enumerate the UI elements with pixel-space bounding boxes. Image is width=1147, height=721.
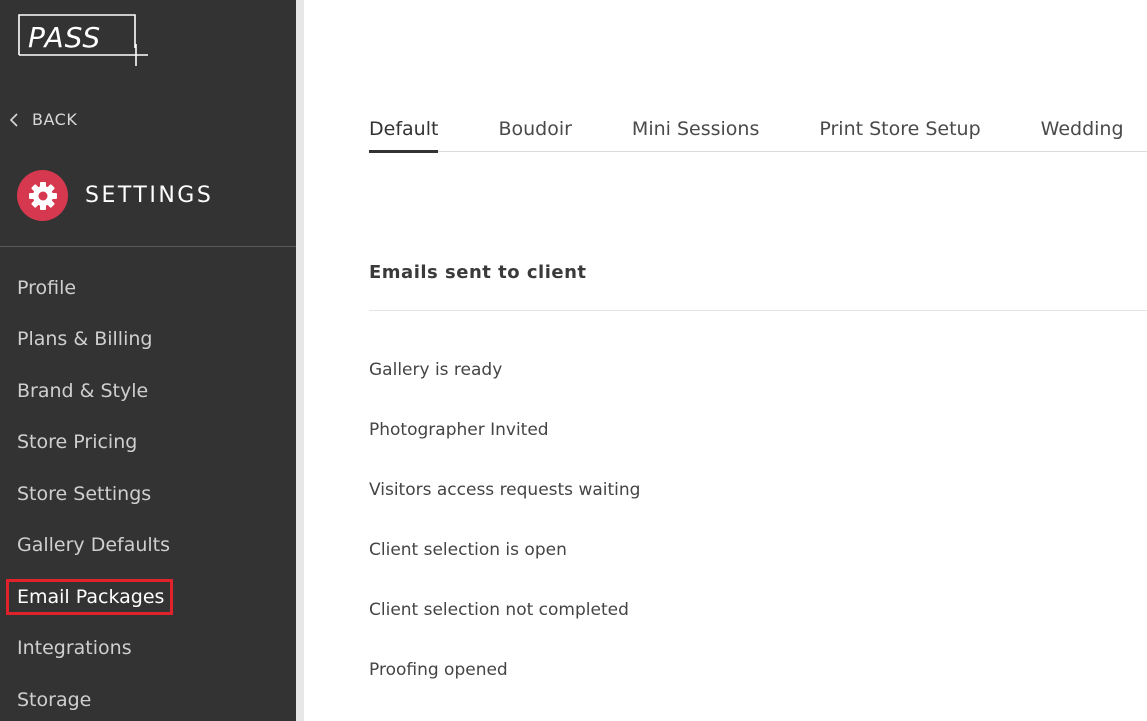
sidebar-item-label: Store Settings bbox=[17, 482, 152, 505]
sidebar-item-email-packages[interactable]: Email Packages bbox=[0, 571, 296, 623]
sidebar-item-label: Integrations bbox=[17, 637, 132, 660]
sidebar-item-label: Profile bbox=[17, 276, 77, 299]
settings-badge bbox=[17, 170, 68, 221]
settings-header: SETTINGS bbox=[17, 170, 213, 221]
email-item-client-selection-not-completed[interactable]: Client selection not completed bbox=[369, 591, 640, 651]
sidebar-item-storage[interactable]: Storage bbox=[0, 674, 296, 721]
sidebar-item-gallery-defaults[interactable]: Gallery Defaults bbox=[0, 520, 296, 572]
email-item-visitor-access-requests[interactable]: Visitors access requests waiting bbox=[369, 471, 640, 531]
section-title: Emails sent to client bbox=[369, 262, 587, 283]
sidebar-item-label: Plans & Billing bbox=[17, 328, 153, 351]
tab-boudoir[interactable]: Boudoir bbox=[498, 110, 571, 151]
sidebar-item-label: Email Packages bbox=[5, 578, 174, 615]
back-label: BACK bbox=[32, 110, 78, 129]
sidebar-item-label: Brand & Style bbox=[17, 379, 149, 402]
email-item-client-selection-open[interactable]: Client selection is open bbox=[369, 531, 640, 591]
tab-print-store-setup[interactable]: Print Store Setup bbox=[819, 110, 980, 151]
sidebar-divider bbox=[0, 246, 296, 247]
email-list: Gallery is ready Photographer Invited Vi… bbox=[369, 351, 640, 711]
email-item-photographer-invited[interactable]: Photographer Invited bbox=[369, 411, 640, 471]
sidebar: PASS BACK SETTINGS Profile Plans & Billi… bbox=[0, 0, 296, 721]
pass-logo-graphic: PASS bbox=[18, 14, 148, 66]
email-item-proofing-opened[interactable]: Proofing opened bbox=[369, 651, 640, 711]
sidebar-item-store-settings[interactable]: Store Settings bbox=[0, 468, 296, 520]
sidebar-item-profile[interactable]: Profile bbox=[0, 262, 296, 314]
pass-logo[interactable]: PASS bbox=[18, 14, 148, 66]
settings-title: SETTINGS bbox=[85, 183, 214, 208]
sidebar-item-label: Storage bbox=[17, 688, 92, 711]
svg-text:PASS: PASS bbox=[28, 21, 101, 54]
tab-wedding[interactable]: Wedding bbox=[1041, 110, 1124, 151]
back-link[interactable]: BACK bbox=[8, 110, 77, 129]
main-content: Default Boudoir Mini Sessions Print Stor… bbox=[304, 0, 1147, 721]
section-divider bbox=[369, 310, 1147, 311]
sidebar-scroll-edge bbox=[296, 0, 304, 721]
sidebar-item-store-pricing[interactable]: Store Pricing bbox=[0, 417, 296, 469]
tab-default[interactable]: Default bbox=[369, 110, 439, 153]
gear-icon bbox=[28, 181, 57, 210]
sidebar-item-brand-style[interactable]: Brand & Style bbox=[0, 365, 296, 417]
sidebar-item-label: Gallery Defaults bbox=[17, 534, 171, 557]
sidebar-item-integrations[interactable]: Integrations bbox=[0, 623, 296, 675]
sidebar-item-plans-billing[interactable]: Plans & Billing bbox=[0, 314, 296, 366]
tab-mini-sessions[interactable]: Mini Sessions bbox=[632, 110, 759, 151]
app-root: PASS BACK SETTINGS Profile Plans & Billi… bbox=[0, 0, 1147, 721]
package-tabs: Default Boudoir Mini Sessions Print Stor… bbox=[369, 110, 1147, 153]
chevron-left-icon bbox=[9, 112, 18, 127]
email-item-gallery-ready[interactable]: Gallery is ready bbox=[369, 351, 640, 411]
settings-nav: Profile Plans & Billing Brand & Style St… bbox=[0, 262, 296, 721]
sidebar-item-label: Store Pricing bbox=[17, 431, 138, 454]
